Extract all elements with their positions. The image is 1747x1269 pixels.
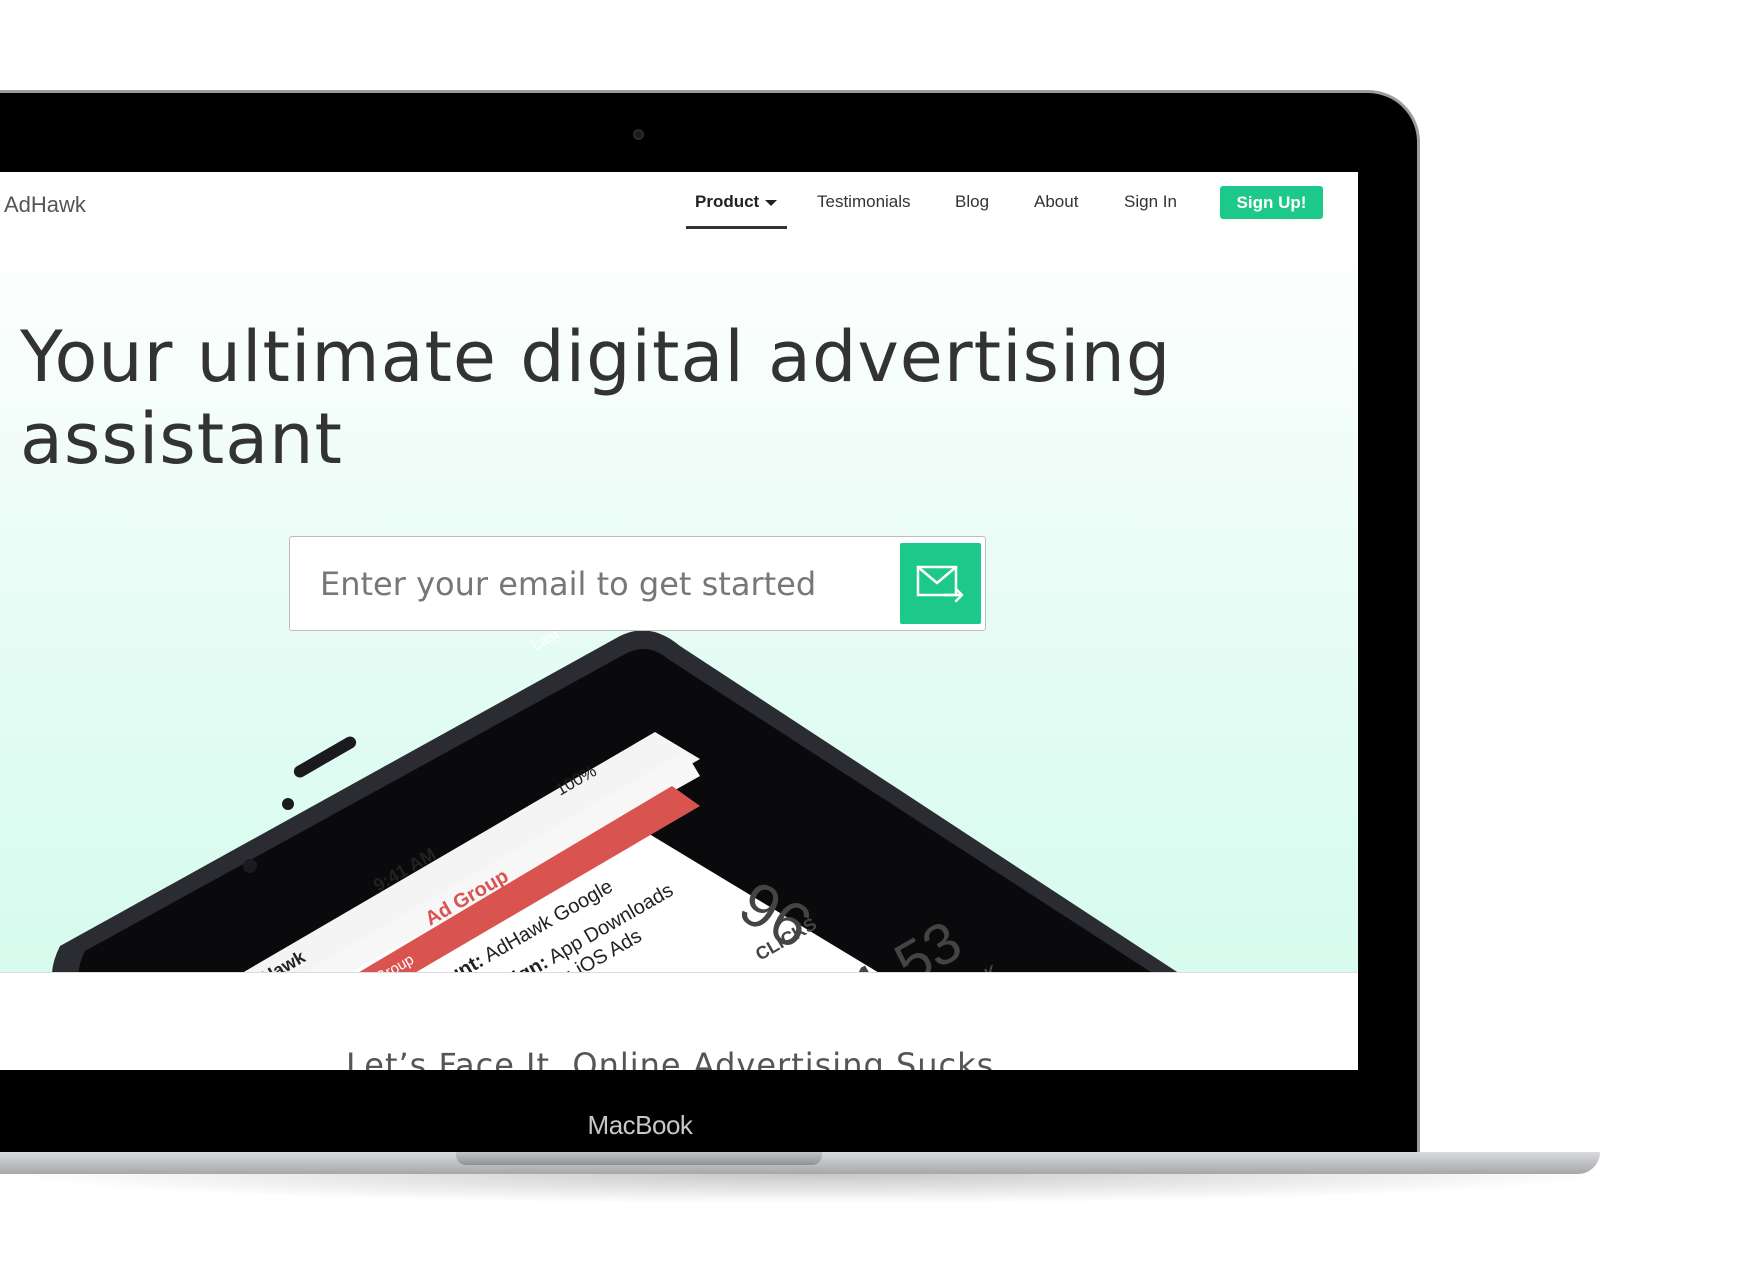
phone-camera (282, 798, 294, 810)
nav-about[interactable]: About (1034, 192, 1078, 212)
email-signup-form (289, 536, 986, 631)
top-nav: AdHawk Product Testimonials Blog About S… (0, 172, 1358, 236)
site-logo[interactable]: AdHawk (4, 192, 86, 218)
email-input[interactable] (320, 557, 880, 611)
nav-active-indicator (686, 226, 787, 229)
nav-sign-in[interactable]: Sign In (1124, 192, 1177, 212)
problem-section: Let’s Face It, Online Advertising Sucks (0, 972, 1358, 1070)
nav-blog[interactable]: Blog (955, 192, 989, 212)
nav-testimonials[interactable]: Testimonials (817, 192, 911, 212)
phone-sensor (243, 859, 257, 873)
envelope-arrow-icon (916, 565, 964, 603)
nav-product-label: Product (695, 192, 760, 211)
sign-up-button[interactable]: Sign Up! (1220, 186, 1323, 219)
phone-mockup: G AdHawk 9:41 AM 100% Ad Group Ad Group:… (0, 626, 1358, 972)
camera-icon (633, 129, 644, 140)
laptop-notch (456, 1152, 822, 1165)
browser-viewport: AdHawk Product Testimonials Blog About S… (0, 172, 1358, 1070)
section-title: Let’s Face It, Online Advertising Sucks (346, 1046, 995, 1070)
caret-down-icon (765, 199, 778, 206)
device-brand-label: MacBook (587, 1110, 693, 1140)
laptop-shadow (0, 1174, 1620, 1204)
submit-email-button[interactable] (900, 543, 981, 624)
phone-speaker (293, 736, 357, 778)
hero-section: Your ultimate digital advertising assist… (0, 236, 1358, 972)
nav-product[interactable]: Product (695, 192, 778, 212)
hero-headline: Your ultimate digital advertising assist… (20, 316, 1172, 480)
